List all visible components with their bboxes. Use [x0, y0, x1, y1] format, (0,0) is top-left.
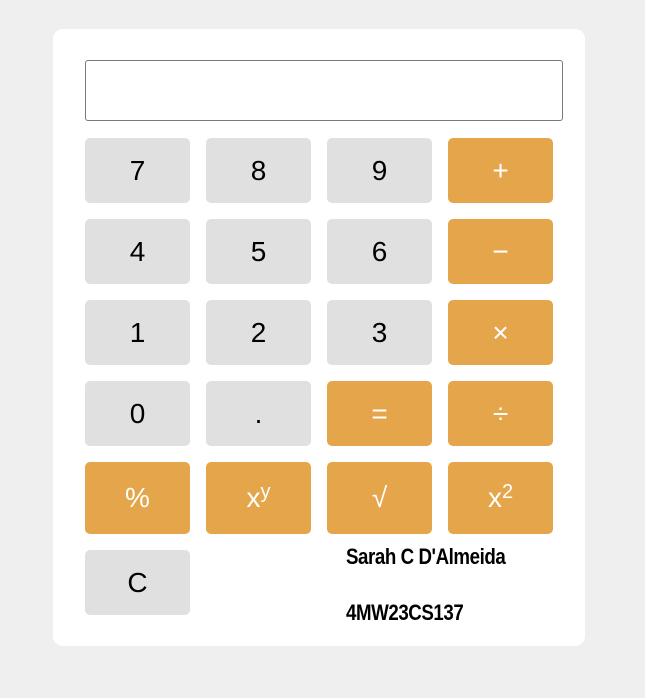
- power-exponent-label: y: [260, 480, 271, 503]
- calculator-display[interactable]: [85, 60, 563, 121]
- multiply-button[interactable]: ×: [448, 300, 553, 365]
- add-button[interactable]: +: [448, 138, 553, 203]
- key-2[interactable]: 2: [206, 300, 311, 365]
- divide-button[interactable]: ÷: [448, 381, 553, 446]
- calculator-panel: 7 8 9 + 4 5 6 − 1 2 3 × 0 . = ÷ % xy √ x…: [53, 29, 585, 646]
- key-7[interactable]: 7: [85, 138, 190, 203]
- author-id: 4MW23CS137: [346, 600, 464, 625]
- square-exponent-label: 2: [501, 480, 514, 503]
- power-button[interactable]: xy: [206, 462, 311, 534]
- sqrt-button[interactable]: √: [327, 462, 432, 534]
- square-base-label: x: [487, 482, 502, 513]
- power-base-label: x: [246, 482, 261, 513]
- author-name: Sarah C D'Almeida: [346, 544, 506, 569]
- key-3[interactable]: 3: [327, 300, 432, 365]
- square-button[interactable]: x2: [448, 462, 553, 534]
- percent-button[interactable]: %: [85, 462, 190, 534]
- key-6[interactable]: 6: [327, 219, 432, 284]
- key-1[interactable]: 1: [85, 300, 190, 365]
- key-5[interactable]: 5: [206, 219, 311, 284]
- equals-button[interactable]: =: [327, 381, 432, 446]
- key-8[interactable]: 8: [206, 138, 311, 203]
- key-4[interactable]: 4: [85, 219, 190, 284]
- subtract-button[interactable]: −: [448, 219, 553, 284]
- clear-button[interactable]: C: [85, 550, 190, 615]
- decimal-button[interactable]: .: [206, 381, 311, 446]
- key-9[interactable]: 9: [327, 138, 432, 203]
- key-0[interactable]: 0: [85, 381, 190, 446]
